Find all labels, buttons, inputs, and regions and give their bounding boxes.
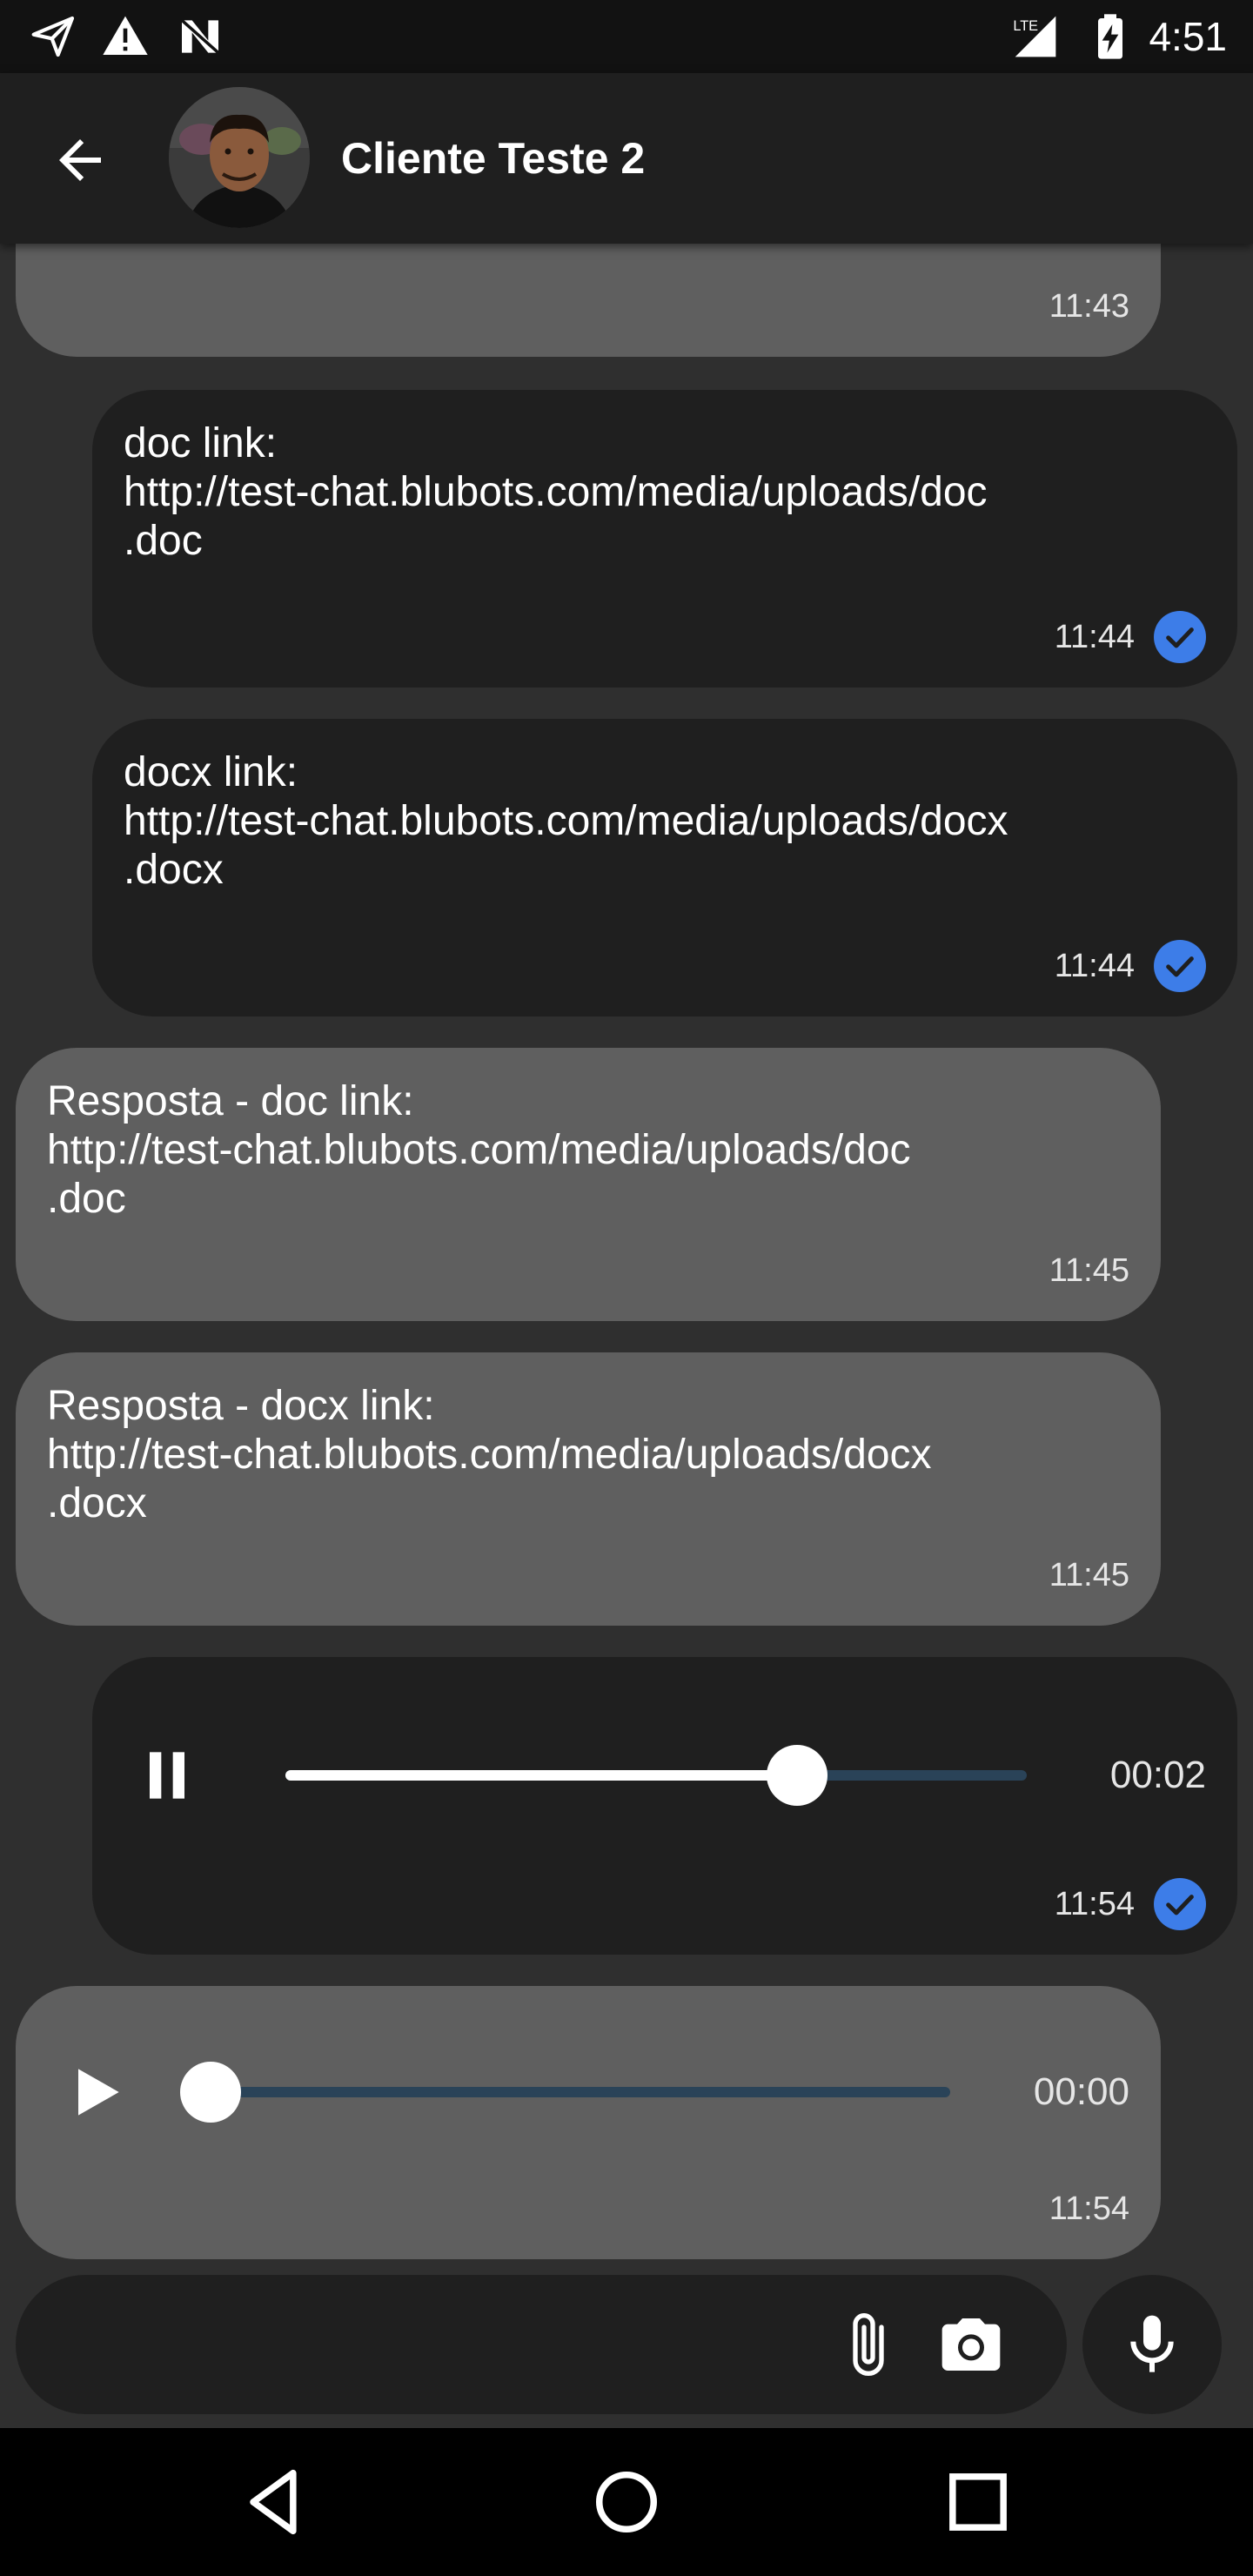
app-bar: Cliente Teste 2 xyxy=(0,73,1253,244)
network-label: LTE xyxy=(1013,18,1038,34)
message-time: 11:54 xyxy=(1049,2190,1129,2227)
message-input[interactable] xyxy=(16,2275,1067,2414)
message-time: 11:45 xyxy=(1049,1252,1129,1289)
audio-duration: 00:02 xyxy=(1109,1754,1206,1796)
message-bubble-outgoing[interactable]: doc link: http://test-chat.blubots.com/m… xyxy=(92,390,1237,688)
audio-duration: 00:00 xyxy=(1033,2070,1129,2113)
read-check-icon xyxy=(1154,611,1206,663)
message-time: 11:44 xyxy=(1054,948,1135,984)
message-bubble-incoming[interactable]: Resposta - doc link: http://test-chat.bl… xyxy=(16,1048,1161,1321)
contact-avatar[interactable] xyxy=(169,87,310,228)
audio-seekbar[interactable] xyxy=(180,2062,950,2123)
message-meta: 11:44 xyxy=(1055,940,1206,992)
message-bubble-incoming[interactable]: Resposta - docx link: http://test-chat.b… xyxy=(16,1352,1161,1626)
seek-thumb[interactable] xyxy=(767,1745,828,1806)
play-icon[interactable] xyxy=(61,2057,131,2127)
message-text: Resposta - doc link: http://test-chat.bl… xyxy=(47,1078,911,1222)
nav-home-icon[interactable] xyxy=(583,2459,670,2546)
battery-charging-icon xyxy=(1098,14,1122,59)
message-meta: 11:43 xyxy=(1049,280,1129,332)
camera-icon[interactable] xyxy=(936,2310,1006,2379)
audio-message-incoming[interactable]: 00:00 11:54 xyxy=(16,1986,1161,2259)
nav-recents-icon[interactable] xyxy=(935,2459,1022,2546)
pause-icon[interactable] xyxy=(132,1741,202,1810)
message-text: docx link: http://test-chat.blubots.com/… xyxy=(124,749,1008,893)
send-icon xyxy=(31,16,75,57)
message-time: 11:44 xyxy=(1054,619,1135,655)
message-bubble-incoming[interactable]: 11:43 xyxy=(16,244,1161,357)
message-time: 11:54 xyxy=(1054,1886,1135,1922)
audio-player: 00:02 xyxy=(92,1741,1237,1810)
seek-thumb[interactable] xyxy=(180,2062,241,2123)
avatar-photo xyxy=(169,87,310,228)
status-bar: LTE 4:51 xyxy=(0,0,1253,73)
mic-button[interactable] xyxy=(1082,2275,1222,2414)
mic-icon xyxy=(1130,2315,1174,2372)
status-time: 4:51 xyxy=(1149,14,1227,59)
message-meta: 11:45 xyxy=(1049,1549,1129,1601)
message-meta: 11:54 xyxy=(1049,2183,1129,2235)
audio-player: 00:00 xyxy=(16,2057,1161,2127)
nav-back-icon[interactable] xyxy=(231,2459,318,2546)
audio-progress xyxy=(285,1770,797,1781)
read-check-icon xyxy=(1154,1878,1206,1930)
message-meta: 11:45 xyxy=(1049,1244,1129,1297)
message-meta: 11:54 xyxy=(1055,1878,1206,1930)
back-arrow-icon[interactable] xyxy=(49,129,111,191)
message-time: 11:43 xyxy=(1049,288,1129,325)
message-bubble-outgoing[interactable]: docx link: http://test-chat.blubots.com/… xyxy=(92,719,1237,1016)
message-text: doc link: http://test-chat.blubots.com/m… xyxy=(124,420,988,564)
message-text: Resposta - docx link: http://test-chat.b… xyxy=(47,1383,932,1526)
audio-message-outgoing[interactable]: 00:02 11:54 xyxy=(92,1657,1237,1955)
message-time: 11:45 xyxy=(1049,1557,1129,1593)
paperclip-icon[interactable] xyxy=(834,2310,903,2379)
warning-icon xyxy=(103,16,148,56)
system-nav-bar xyxy=(0,2428,1253,2576)
message-list[interactable]: 11:43 doc link: http://test-chat.blubots… xyxy=(0,244,1253,2271)
read-check-icon xyxy=(1154,940,1206,992)
signal-icon: LTE xyxy=(1013,16,1056,57)
message-meta: 11:44 xyxy=(1055,611,1206,663)
n-icon xyxy=(180,19,220,54)
audio-seekbar[interactable] xyxy=(285,1745,1027,1806)
chat-title[interactable]: Cliente Teste 2 xyxy=(341,127,645,190)
